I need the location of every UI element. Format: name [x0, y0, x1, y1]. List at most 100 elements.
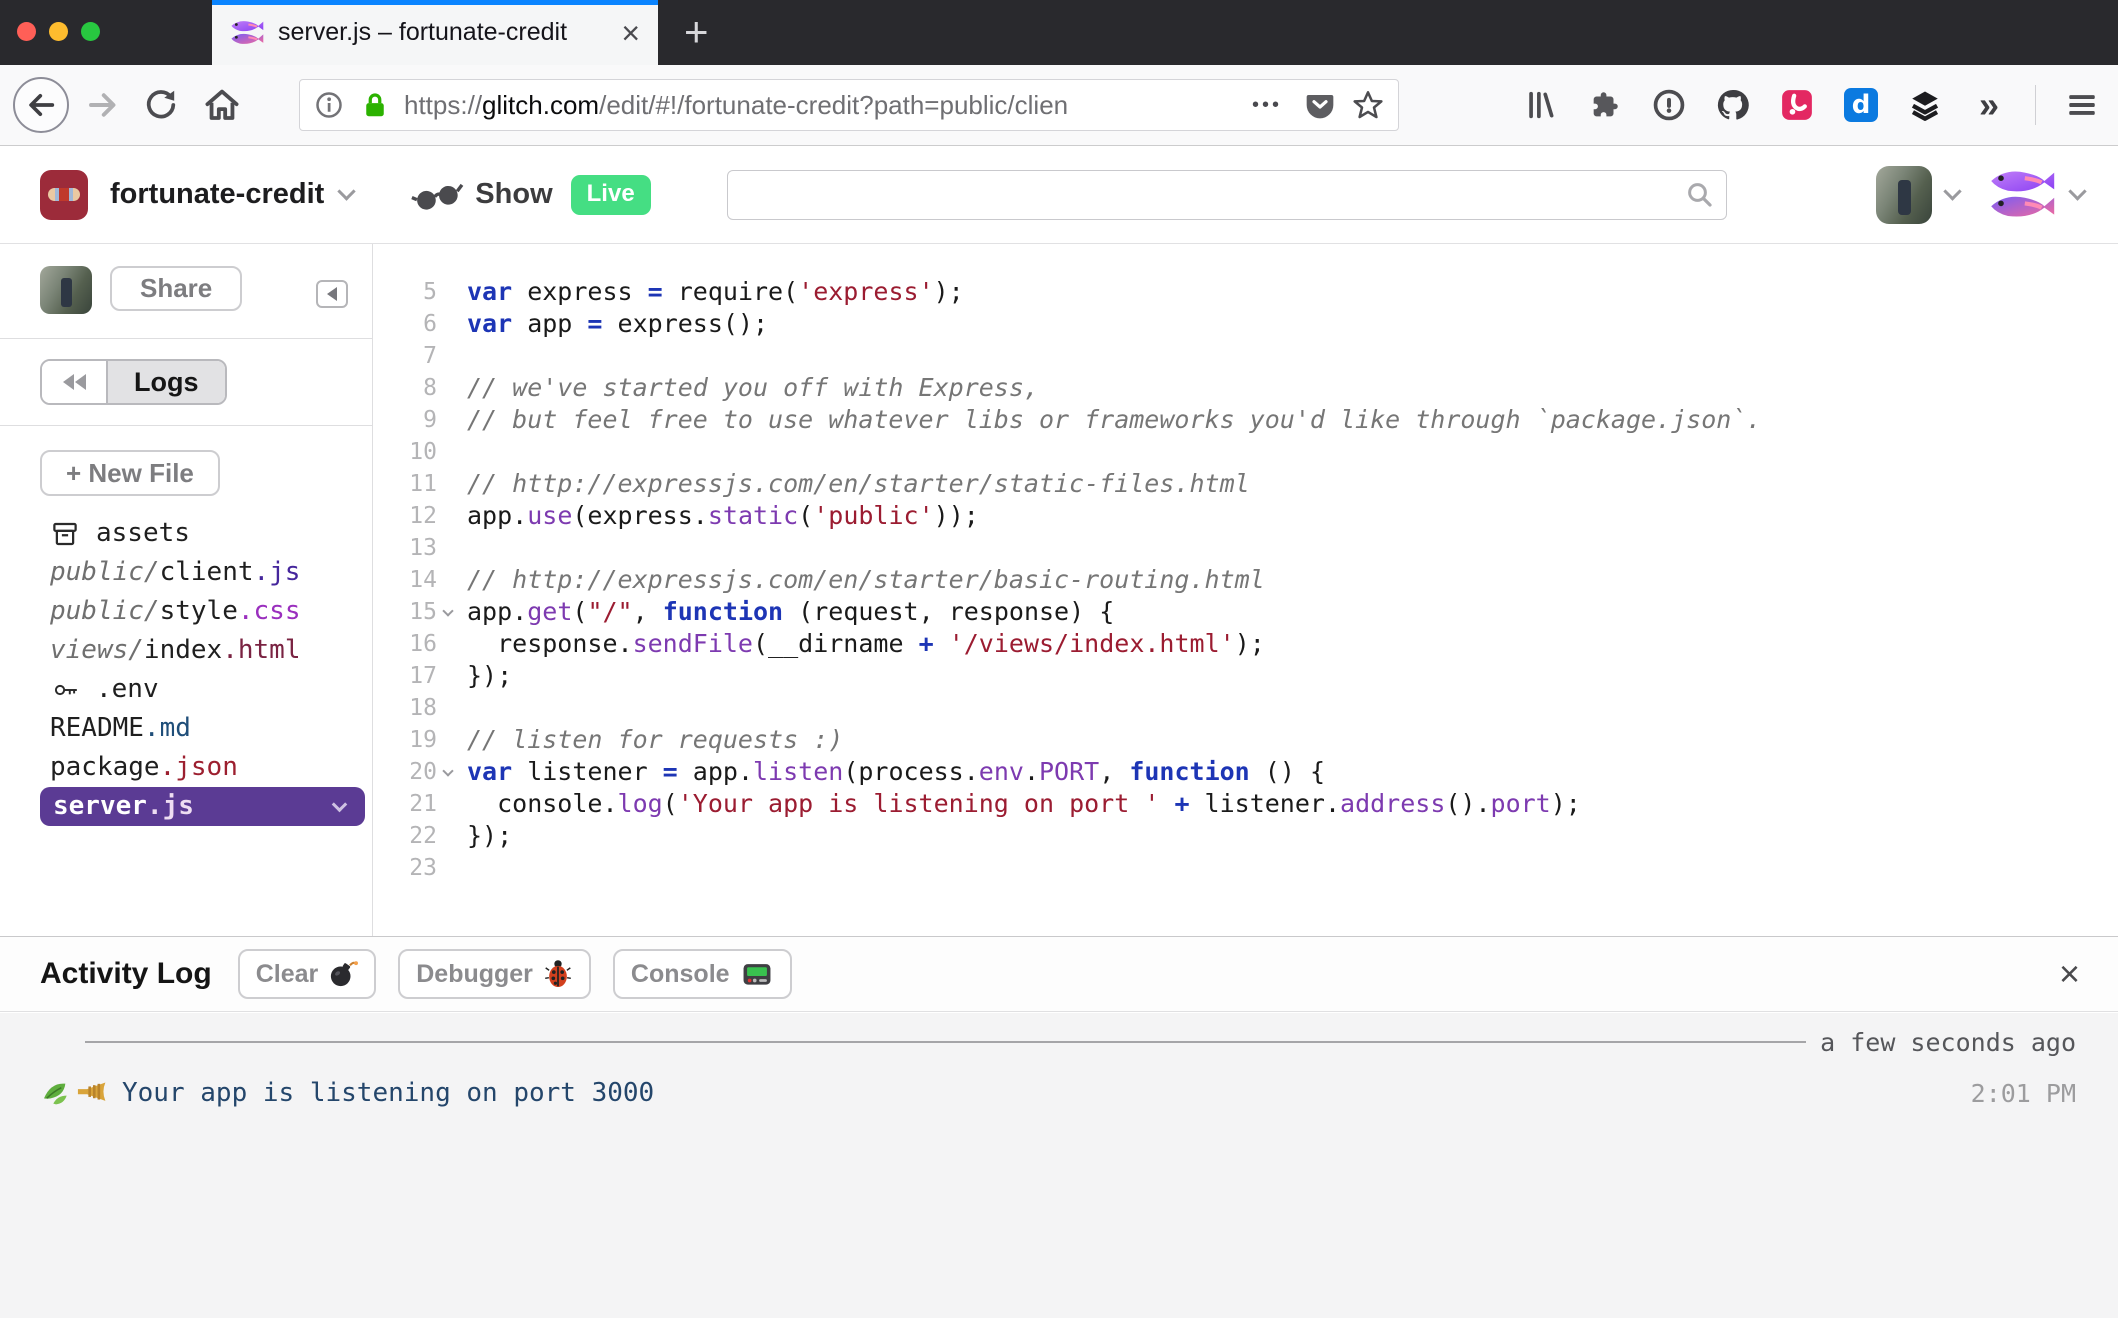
- console-button[interactable]: Console: [613, 949, 792, 999]
- code-line[interactable]: 10: [373, 436, 2118, 468]
- bandage-icon: [48, 188, 80, 201]
- fold-chevron-icon[interactable]: [442, 605, 453, 616]
- window-close-button[interactable]: [17, 22, 36, 41]
- reload-button[interactable]: [143, 87, 179, 123]
- github-icon[interactable]: [1715, 87, 1751, 123]
- menu-icon[interactable]: [2064, 87, 2100, 123]
- line-number: 8: [373, 372, 437, 404]
- code-editor[interactable]: 5var express = require('express');6var a…: [373, 244, 2118, 936]
- code-line[interactable]: 20var listener = app.listen(process.env.…: [373, 756, 2118, 788]
- live-badge: Live: [571, 175, 651, 215]
- file-item[interactable]: server.js: [40, 787, 365, 826]
- file-name-segment: public/: [50, 592, 160, 631]
- navigation-toolbar: https://glitch.com/edit/#!/fortunate-cre…: [0, 65, 2118, 146]
- project-name[interactable]: fortunate-credit: [110, 178, 324, 211]
- code-text: app.use(express.static('public'));: [467, 500, 979, 532]
- fold-chevron-icon[interactable]: [442, 765, 453, 776]
- line-number: 6: [373, 308, 437, 340]
- code-line[interactable]: 21 console.log('Your app is listening on…: [373, 788, 2118, 820]
- extensions-icon[interactable]: [1587, 87, 1623, 123]
- file-name-segment: client: [160, 553, 254, 592]
- file-item[interactable]: public/style.css: [0, 592, 372, 631]
- code-line[interactable]: 18: [373, 692, 2118, 724]
- activity-log-title: Activity Log: [40, 957, 212, 991]
- code-line[interactable]: 9// but feel free to use whatever libs o…: [373, 404, 2118, 436]
- fold-gutter: [437, 852, 467, 884]
- code-line[interactable]: 17});: [373, 660, 2118, 692]
- code-text: app.get("/", function (request, response…: [467, 596, 1114, 628]
- project-chevron-down-icon[interactable]: [338, 182, 356, 200]
- file-item[interactable]: views/index.html: [0, 631, 372, 670]
- code-line[interactable]: 6var app = express();: [373, 308, 2118, 340]
- fold-gutter: [437, 788, 467, 820]
- debugger-button[interactable]: Debugger: [398, 949, 591, 999]
- code-line[interactable]: 7: [373, 340, 2118, 372]
- new-tab-button[interactable]: +: [684, 6, 709, 58]
- header-right: [1876, 166, 2084, 224]
- file-item[interactable]: .env: [0, 670, 372, 709]
- library-icon[interactable]: [1523, 87, 1559, 123]
- overflow-icon[interactable]: »: [1971, 87, 2007, 123]
- code-line[interactable]: 14// http://expressjs.com/en/starter/bas…: [373, 564, 2118, 596]
- magenta-app-icon[interactable]: [1779, 87, 1815, 123]
- back-button[interactable]: [13, 77, 69, 133]
- window-zoom-button[interactable]: [81, 22, 100, 41]
- url-text: https://glitch.com/edit/#!/fortunate-cre…: [404, 90, 1246, 121]
- password-manager-icon[interactable]: [1651, 87, 1687, 123]
- file-name-segment: package: [50, 748, 160, 787]
- code-line[interactable]: 8// we've started you off with Express,: [373, 372, 2118, 404]
- chevron-down-icon[interactable]: [332, 797, 348, 813]
- file-name-segment: style: [160, 592, 238, 631]
- file-item[interactable]: public/client.js: [0, 553, 372, 592]
- new-file-button[interactable]: + New File: [40, 450, 220, 496]
- activity-close-icon[interactable]: ×: [2059, 956, 2080, 992]
- glitch-logo[interactable]: [1985, 167, 2059, 223]
- code-line[interactable]: 19// listen for requests :): [373, 724, 2118, 756]
- project-avatar[interactable]: [40, 170, 88, 220]
- file-name-segment: README: [50, 709, 144, 748]
- file-item[interactable]: package.json: [0, 748, 372, 787]
- file-name-segment: .js: [254, 553, 301, 592]
- user-chevron-down-icon[interactable]: [1943, 182, 1961, 200]
- site-info-icon[interactable]: [314, 90, 344, 120]
- logo-chevron-down-icon[interactable]: [2068, 182, 2086, 200]
- sidebar-collapse-button[interactable]: [316, 280, 348, 308]
- forward-button[interactable]: [85, 87, 121, 123]
- browser-tab[interactable]: server.js – fortunate-credit ×: [212, 0, 658, 65]
- logs-button[interactable]: Logs: [106, 361, 225, 403]
- pocket-icon[interactable]: [1304, 89, 1336, 121]
- file-item[interactable]: README.md: [0, 709, 372, 748]
- blue-d-app-icon[interactable]: d: [1843, 87, 1879, 123]
- share-button[interactable]: Share: [110, 266, 242, 311]
- tab-close-icon[interactable]: ×: [621, 17, 640, 49]
- home-button[interactable]: [203, 86, 241, 124]
- line-number: 14: [373, 564, 437, 596]
- code-line[interactable]: 5var express = require('express');: [373, 276, 2118, 308]
- code-line[interactable]: 11// http://expressjs.com/en/starter/sta…: [373, 468, 2118, 500]
- code-line[interactable]: 12app.use(express.static('public'));: [373, 500, 2118, 532]
- search-input[interactable]: [727, 170, 1727, 220]
- show-button[interactable]: Show: [409, 174, 552, 216]
- code-line[interactable]: 15app.get("/", function (request, respon…: [373, 596, 2118, 628]
- sidebar-user-avatar[interactable]: [40, 266, 92, 314]
- page-actions-icon[interactable]: •••: [1252, 94, 1282, 117]
- glitch-app-header: fortunate-credit Show Live: [0, 146, 2118, 244]
- user-avatar[interactable]: [1876, 166, 1932, 224]
- code-line[interactable]: 22});: [373, 820, 2118, 852]
- code-line[interactable]: 16 response.sendFile(__dirname + '/views…: [373, 628, 2118, 660]
- file-name-segment: public/: [50, 553, 160, 592]
- code-line[interactable]: 23: [373, 852, 2118, 884]
- file-name-segment: .json: [160, 748, 238, 787]
- fold-gutter: [437, 308, 467, 340]
- toolbar-divider: [2035, 85, 2036, 125]
- ssl-lock-icon[interactable]: [360, 90, 390, 120]
- bookmark-star-icon[interactable]: [1352, 89, 1384, 121]
- rewind-button[interactable]: [42, 361, 106, 403]
- line-number: 11: [373, 468, 437, 500]
- url-bar[interactable]: https://glitch.com/edit/#!/fortunate-cre…: [299, 79, 1399, 131]
- window-minimize-button[interactable]: [49, 22, 68, 41]
- layers-icon[interactable]: [1907, 87, 1943, 123]
- clear-button[interactable]: Clear: [238, 949, 377, 999]
- code-line[interactable]: 13: [373, 532, 2118, 564]
- file-item[interactable]: assets: [0, 514, 372, 553]
